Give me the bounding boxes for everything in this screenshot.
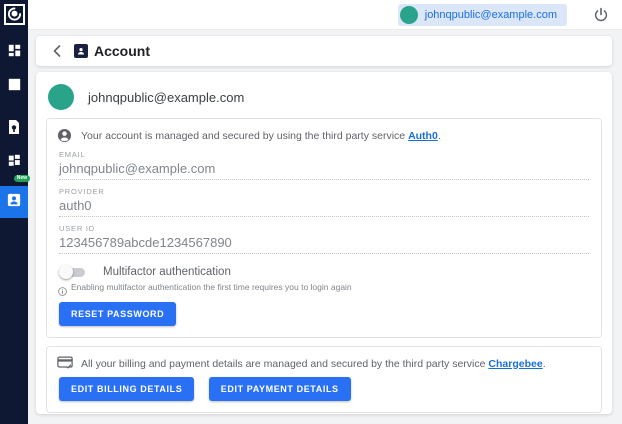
auth-notice: Your account is managed and secured by u… xyxy=(57,128,591,143)
account-badge-icon xyxy=(74,44,88,58)
power-icon xyxy=(593,7,609,23)
billing-notice-prefix: All your billing and payment details are… xyxy=(81,358,488,370)
billing-buttons: EDIT BILLING DETAILS EDIT PAYMENT DETAIL… xyxy=(59,377,589,401)
auth-notice-prefix: Your account is managed and secured by u… xyxy=(81,130,408,142)
page-title: Account xyxy=(94,43,150,59)
field-provider-value: auth0 xyxy=(59,198,589,213)
apps-icon xyxy=(8,154,21,172)
logout-button[interactable] xyxy=(593,7,609,23)
profile-row: johnqpublic@example.com xyxy=(46,82,602,112)
account-card: johnqpublic@example.com Your account is … xyxy=(36,72,612,414)
billing-notice-suffix: . xyxy=(543,358,546,370)
edit-payment-button[interactable]: EDIT PAYMENT DETAILS xyxy=(209,377,351,401)
new-badge: New xyxy=(14,175,30,182)
field-userid-label: USER ID xyxy=(59,224,589,233)
page-header: Account xyxy=(36,36,612,66)
info-icon xyxy=(58,283,67,292)
auth-notice-suffix: . xyxy=(438,130,441,142)
field-provider: PROVIDER auth0 xyxy=(59,187,589,217)
sidebar: New xyxy=(0,0,28,424)
billing-section: All your billing and payment details are… xyxy=(46,346,602,413)
user-email: johnqpublic@example.com xyxy=(425,9,557,21)
dashboard-icon xyxy=(8,44,21,62)
billing-notice-text: All your billing and payment details are… xyxy=(81,358,546,370)
field-email: EMAIL johnqpublic@example.com xyxy=(59,150,589,180)
app-logo[interactable] xyxy=(0,0,28,28)
mfa-label: Multifactor authentication xyxy=(103,266,231,278)
mfa-toggle-thumb xyxy=(59,265,73,279)
account-icon xyxy=(7,193,21,212)
mfa-hint-text: Enabling multifactor authentication the … xyxy=(71,282,352,292)
field-userid-value: 123456789abcde1234567890 xyxy=(59,235,589,250)
field-userid: USER ID 123456789abcde1234567890 xyxy=(59,224,589,254)
sidebar-item-account[interactable] xyxy=(0,186,28,218)
auth0-link[interactable]: Auth0 xyxy=(408,130,438,142)
field-provider-label: PROVIDER xyxy=(59,187,589,196)
user-menu-chip[interactable]: johnqpublic@example.com xyxy=(398,4,567,26)
back-button[interactable] xyxy=(48,42,66,60)
field-email-label: EMAIL xyxy=(59,150,589,159)
mfa-toggle[interactable] xyxy=(59,265,89,279)
document-icon xyxy=(8,120,20,139)
app-logo-icon xyxy=(4,4,25,25)
auth-notice-text: Your account is managed and secured by u… xyxy=(81,130,441,142)
reset-password-button[interactable]: RESET PASSWORD xyxy=(59,302,176,326)
profile-email: johnqpublic@example.com xyxy=(88,90,244,105)
sidebar-item-square[interactable] xyxy=(0,74,28,100)
square-icon xyxy=(8,78,21,96)
user-avatar xyxy=(400,6,418,24)
billing-notice: All your billing and payment details are… xyxy=(57,356,591,371)
edit-billing-button[interactable]: EDIT BILLING DETAILS xyxy=(59,377,194,401)
sidebar-item-apps[interactable]: New xyxy=(0,150,28,176)
field-email-value: johnqpublic@example.com xyxy=(59,161,589,176)
profile-avatar xyxy=(48,84,74,110)
sidebar-item-document[interactable] xyxy=(0,116,28,142)
auth-section: Your account is managed and secured by u… xyxy=(46,118,602,338)
credit-card-icon xyxy=(57,356,72,371)
topbar: johnqpublic@example.com xyxy=(28,0,622,30)
sidebar-item-dashboard[interactable] xyxy=(0,40,28,66)
mfa-row: Multifactor authentication xyxy=(59,265,589,279)
auth-provider-icon xyxy=(57,128,72,143)
back-chevron-icon xyxy=(53,45,61,57)
mfa-hint-row: Enabling multifactor authentication the … xyxy=(58,282,591,292)
chargebee-link[interactable]: Chargebee xyxy=(488,358,542,370)
